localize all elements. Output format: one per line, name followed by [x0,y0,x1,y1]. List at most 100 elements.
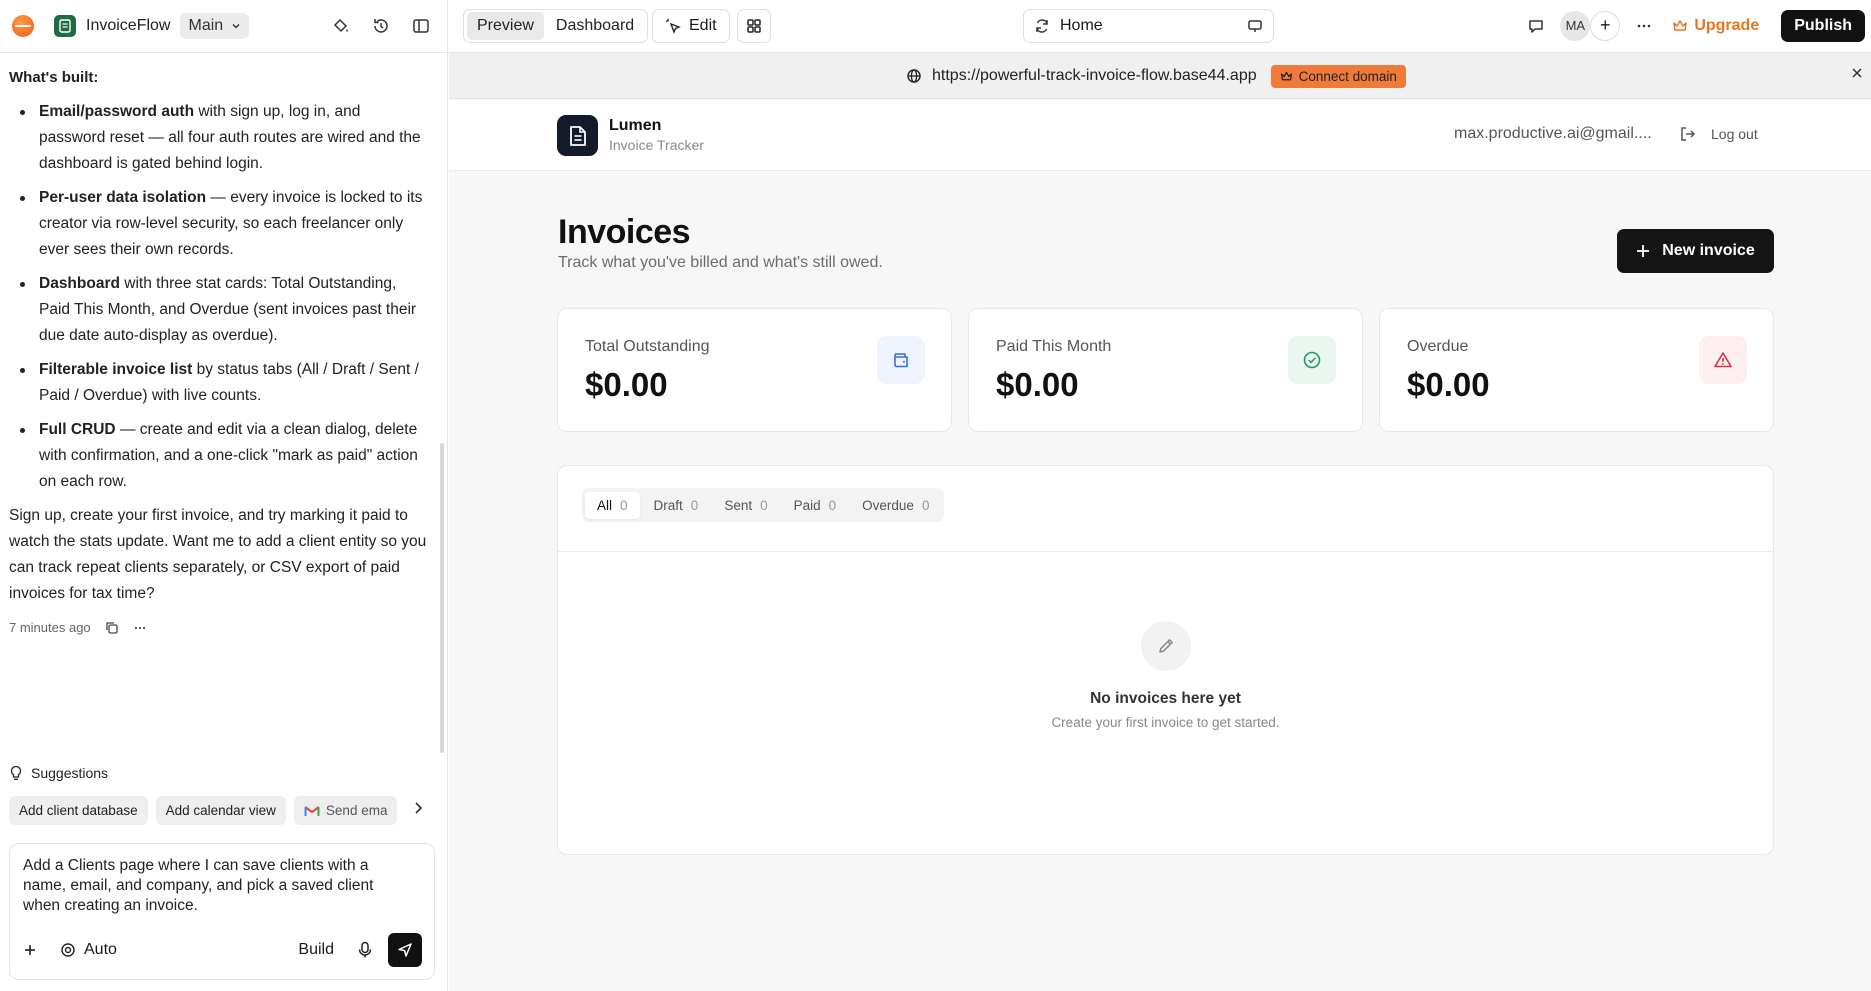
feature-list: Email/password auth with sign up, log in… [9,99,429,495]
suggestion-chip[interactable]: Add calendar view [155,796,286,825]
wallet-icon [877,336,925,384]
stat-card-overdue: Overdue $0.00 [1379,308,1774,432]
mode-selector[interactable]: Auto [60,941,117,959]
tab-count: 0 [828,497,837,513]
history-icon[interactable] [371,16,391,36]
tab-label: Draft [653,497,683,513]
connect-domain-button[interactable]: Connect domain [1270,64,1406,88]
tab-sent[interactable]: Sent 0 [712,492,779,519]
gmail-icon [304,805,320,817]
lightbulb-icon [9,765,23,781]
chat-message: What's built: Email/password auth with s… [9,65,429,641]
list-item-title: Per-user data isolation [39,189,207,206]
stat-label: Overdue [1407,338,1469,355]
brand-subtitle: Invoice Tracker [609,137,704,153]
upgrade-button[interactable]: Upgrade [1672,17,1759,35]
sidebar-toggle-icon[interactable] [411,16,431,36]
empty-state-title: No invoices here yet [1090,690,1241,707]
edit-label: Edit [689,16,717,34]
branch-label: Main [188,17,224,34]
close-icon[interactable] [1851,67,1863,79]
stat-value: $0.00 [585,366,668,403]
prompt-input[interactable]: Add a Clients page where I can save clie… [23,856,403,916]
invite-collaborator-button[interactable]: + [1590,10,1621,41]
list-item: Filterable invoice list by status tabs (… [9,357,429,409]
copy-icon[interactable] [105,621,119,635]
publish-button[interactable]: Publish [1781,9,1865,42]
preview-url[interactable]: https://powerful-track-invoice-flow.base… [932,67,1257,85]
tab-preview[interactable]: Preview [467,11,544,40]
more-options-icon[interactable] [1634,16,1654,36]
tab-count: 0 [620,497,628,513]
stat-card-paid-this-month: Paid This Month $0.00 [968,308,1363,432]
list-item-title: Filterable invoice list [39,361,193,378]
chat-composer: Add a Clients page where I can save clie… [9,843,435,980]
suggestion-chip[interactable]: Add client database [9,796,148,825]
app-name[interactable]: InvoiceFlow [86,17,170,35]
microphone-icon[interactable] [358,941,372,959]
plus-icon [1636,244,1650,258]
paint-bucket-icon[interactable] [331,16,351,36]
stat-label: Total Outstanding [585,338,710,355]
globe-icon [906,68,922,84]
chat-panel: What's built: Email/password auth with s… [0,53,448,991]
suggestion-chip[interactable]: Send ema [293,796,398,825]
tab-dashboard[interactable]: Dashboard [546,12,644,40]
suggestions-title: Suggestions [31,765,109,781]
tab-label: Sent [724,497,753,513]
stat-value: $0.00 [1407,366,1490,403]
list-item: Email/password auth with sign up, log in… [9,99,429,177]
project-header: InvoiceFlow Main [0,0,448,53]
grid-icon [746,18,762,34]
tab-count: 0 [760,497,768,513]
tab-paid[interactable]: Paid 0 [782,492,849,519]
list-item-title: Dashboard [39,275,120,292]
page-title: Invoices [558,213,691,251]
target-icon [60,942,76,958]
editor-toolbar: Preview Dashboard Edit Home MA + Upgrade… [448,0,1871,53]
logout-button[interactable]: Log out [1679,125,1758,143]
suggestion-chip-label: Send ema [325,803,388,818]
avatar[interactable]: MA [1560,10,1591,41]
chevron-right-icon[interactable] [412,801,424,815]
list-item-title: Full CRUD [39,421,116,438]
send-icon [397,942,413,958]
tab-label: All [597,497,613,513]
edit-button[interactable]: Edit [652,8,730,43]
app-header: Lumen Invoice Tracker max.productive.ai@… [449,100,1871,171]
page-subtitle: Track what you've billed and what's stil… [558,254,883,271]
send-button[interactable] [388,933,422,967]
empty-state-subtitle: Create your first invoice to get started… [1051,715,1280,730]
build-mode-button[interactable]: Build [298,941,334,959]
tab-overdue[interactable]: Overdue 0 [850,492,941,519]
cursor-click-icon [665,18,681,34]
refresh-icon[interactable] [1034,18,1050,34]
branch-selector[interactable]: Main [180,13,250,39]
status-tabs: All 0 Draft 0 Sent 0 Paid 0 Overdue 0 [582,488,945,522]
new-invoice-button[interactable]: New invoice [1617,229,1774,273]
tab-count: 0 [921,497,930,513]
message-more-icon[interactable] [133,621,147,635]
invoice-list-card: All 0 Draft 0 Sent 0 Paid 0 Overdue 0 No… [557,465,1774,855]
chat-scrollbar[interactable] [440,443,444,753]
message-meta: 7 minutes ago [9,615,429,641]
preview-url-bar: https://powerful-track-invoice-flow.base… [449,53,1871,99]
tab-draft[interactable]: Draft 0 [642,492,711,519]
connect-domain-label: Connect domain [1298,68,1397,84]
base44-logo-icon[interactable] [12,15,34,37]
brand-name: Lumen [609,117,662,134]
chat-bubble-icon[interactable] [1526,16,1546,36]
divider [558,551,1773,552]
grid-view-button[interactable] [737,8,771,43]
check-circle-icon [1288,336,1336,384]
plus-icon[interactable] [22,942,38,958]
list-item-title: Email/password auth [39,103,195,120]
tab-all[interactable]: All 0 [585,491,640,519]
device-preview-icon[interactable] [1247,18,1263,34]
document-icon [557,115,598,156]
stat-card-total-outstanding: Total Outstanding $0.00 [557,308,952,432]
logout-icon [1679,125,1697,143]
composer-toolbar: Auto Build [22,933,422,967]
new-invoice-label: New invoice [1662,242,1755,259]
route-selector[interactable]: Home [1023,8,1274,43]
